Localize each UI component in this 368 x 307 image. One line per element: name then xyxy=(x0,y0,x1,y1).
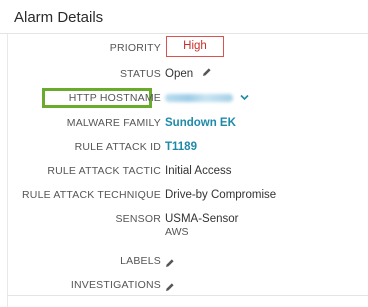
status-value: Open xyxy=(165,68,194,81)
rule-attack-tactic-value: Initial Access xyxy=(165,165,232,177)
chevron-down-icon[interactable] xyxy=(240,88,249,108)
pencil-icon[interactable] xyxy=(202,64,212,84)
row-http-hostname: HTTP HOSTNAME xyxy=(8,88,368,108)
status-label: STATUS xyxy=(119,68,161,80)
title-divider xyxy=(0,33,368,34)
row-labels: LABELS xyxy=(8,251,368,271)
http-hostname-value-wrap xyxy=(165,88,249,108)
priority-badge[interactable]: High xyxy=(166,36,224,57)
row-rule-attack-id: RULE ATTACK ID T1189 xyxy=(8,137,368,157)
row-malware-family: MALWARE FAMILY Sundown EK xyxy=(8,113,368,133)
row-priority: PRIORITY High xyxy=(8,36,368,58)
alarm-details-panel: Alarm Details PRIORITY High STATUS Open … xyxy=(0,0,368,307)
malware-family-link[interactable]: Sundown EK xyxy=(165,113,236,133)
rule-attack-id-label: RULE ATTACK ID xyxy=(74,141,161,153)
malware-family-label: MALWARE FAMILY xyxy=(66,117,161,129)
labels-label: LABELS xyxy=(120,255,161,267)
rule-attack-id-link[interactable]: T1189 xyxy=(165,137,197,157)
panel-title: Alarm Details xyxy=(14,9,104,26)
rule-attack-technique-label: RULE ATTACK TECHNIQUE xyxy=(22,189,161,201)
row-investigations: INVESTIGATIONS xyxy=(8,275,368,295)
investigations-label: INVESTIGATIONS xyxy=(70,279,161,291)
http-hostname-label: HTTP HOSTNAME xyxy=(68,92,161,104)
rule-attack-technique-value: Drive-by Compromise xyxy=(165,189,277,201)
rule-attack-tactic-label: RULE ATTACK TACTIC xyxy=(47,165,161,177)
sensor-platform: AWS xyxy=(165,226,189,238)
row-status: STATUS Open xyxy=(8,64,368,84)
http-hostname-value-redacted xyxy=(165,94,233,102)
sensor-label: SENSOR xyxy=(115,213,161,225)
row-sensor: SENSOR USMA-Sensor AWS xyxy=(8,209,368,245)
priority-label: PRIORITY xyxy=(109,42,161,54)
status-value-wrap: Open xyxy=(165,64,212,84)
pencil-icon[interactable] xyxy=(165,255,175,273)
row-rule-attack-tactic: RULE ATTACK TACTIC Initial Access xyxy=(8,161,368,181)
row-rule-attack-technique: RULE ATTACK TECHNIQUE Drive-by Compromis… xyxy=(8,185,368,205)
panel-bottom-divider xyxy=(7,295,368,296)
